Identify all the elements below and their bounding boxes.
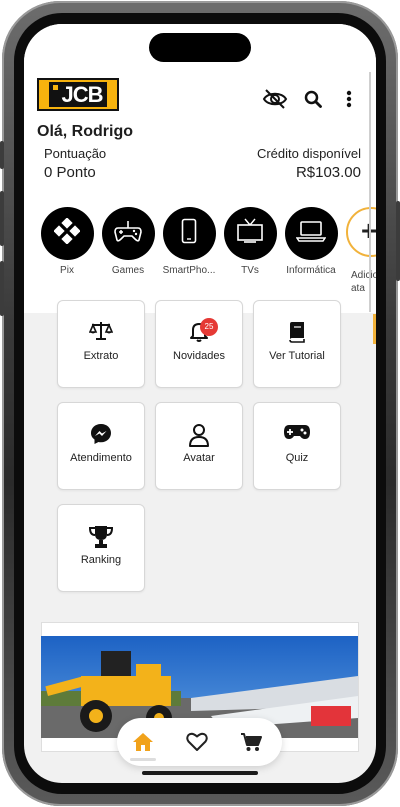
app-screen: JCB Olá, Rodrigo Pontuação 0 Ponto Crédi… — [24, 24, 376, 783]
eye-off-icon[interactable] — [262, 88, 288, 115]
home-icon[interactable] — [130, 730, 156, 754]
bottom-navigation — [117, 718, 282, 766]
header-area: JCB Olá, Rodrigo Pontuação 0 Ponto Crédi… — [24, 24, 376, 313]
tile-label: Novidades — [173, 350, 225, 362]
user-icon — [188, 423, 210, 452]
category-tvs[interactable]: TVs — [221, 207, 279, 276]
tile-atendimento[interactable]: Atendimento — [57, 402, 145, 490]
heart-icon[interactable] — [184, 730, 210, 754]
logo-text: JCB — [61, 82, 103, 107]
more-vertical-icon[interactable] — [346, 90, 352, 113]
smartphone-icon — [181, 218, 197, 249]
book-icon — [288, 321, 306, 348]
gamepad-icon — [283, 423, 311, 446]
tile-label: Extrato — [83, 350, 119, 362]
credit-label: Crédito disponível — [256, 146, 361, 161]
category-games[interactable]: Games — [99, 207, 157, 276]
active-indicator — [130, 758, 156, 761]
power-button — [396, 201, 400, 281]
pix-icon — [53, 217, 81, 249]
greeting: Olá, Rodrigo — [37, 123, 133, 140]
cart-icon[interactable] — [238, 730, 264, 754]
side-button — [0, 141, 4, 169]
points-label: Pontuação — [44, 146, 107, 161]
tile-extrato[interactable]: Extrato — [57, 300, 145, 388]
search-icon[interactable] — [304, 90, 322, 113]
volume-up-button — [0, 191, 4, 246]
notification-badge: 25 — [200, 318, 218, 336]
tile-label: Ver Tutorial — [269, 350, 325, 362]
credit-value: R$103.00 — [295, 164, 361, 181]
tile-label: Ranking — [80, 554, 122, 566]
category-label: Informática — [286, 265, 336, 276]
tile-label: Avatar — [183, 452, 215, 464]
add-category-label: Adicio ata — [351, 270, 376, 294]
tile-ver-tutorial[interactable]: Ver Tutorial — [253, 300, 341, 388]
tile-novidades[interactable]: 25 Novidades — [155, 300, 243, 388]
laptop-icon — [295, 220, 327, 247]
category-label: TVs — [241, 265, 259, 276]
category-label: Pix — [60, 265, 74, 276]
category-pix[interactable]: Pix — [38, 207, 96, 276]
gamepad-icon — [114, 219, 142, 248]
tile-avatar[interactable]: Avatar — [155, 402, 243, 490]
jcb-logo: JCB — [37, 78, 119, 111]
scrollbar[interactable] — [369, 72, 371, 312]
edge-accent — [373, 314, 376, 344]
tile-ranking[interactable]: Ranking — [57, 504, 145, 592]
dynamic-island — [149, 33, 251, 62]
tile-label: Atendimento — [70, 452, 132, 464]
category-smartphones[interactable]: SmartPho... — [160, 207, 218, 276]
tv-icon — [236, 218, 264, 249]
trophy-icon — [88, 525, 114, 554]
home-indicator — [142, 771, 258, 775]
messenger-icon — [90, 423, 112, 450]
category-label: Games — [111, 265, 145, 276]
tile-label: Quiz — [285, 452, 309, 464]
volume-down-button — [0, 261, 4, 316]
points-value: 0 Ponto — [44, 164, 96, 181]
category-label: SmartPho... — [162, 265, 216, 276]
category-row: Pix Games SmartPho... TVs Informática — [24, 207, 376, 313]
tile-quiz[interactable]: Quiz — [253, 402, 341, 490]
scale-icon — [88, 321, 114, 346]
category-informatica[interactable]: Informática — [282, 207, 340, 276]
